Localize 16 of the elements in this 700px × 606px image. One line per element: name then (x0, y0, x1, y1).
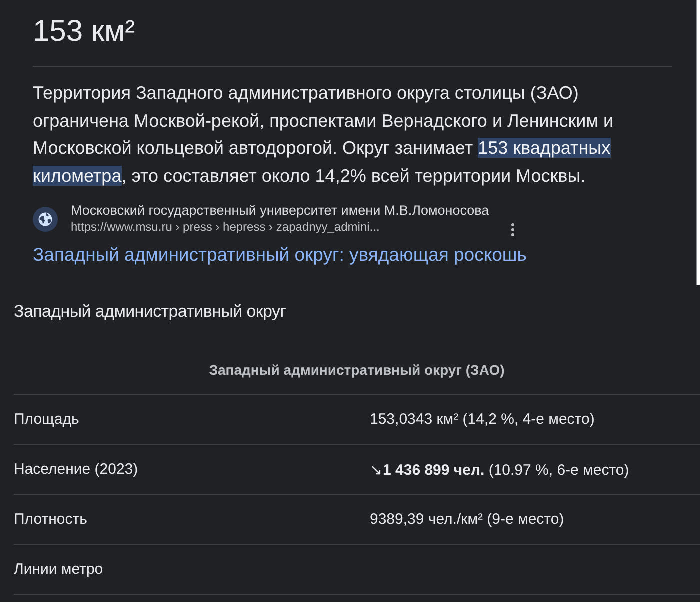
row-label: Линии метро (14, 544, 370, 594)
table-title: Западный административный округ (ЗАО) (14, 345, 700, 394)
row-label: Население (2023) (14, 444, 370, 494)
row-value: 9389,39 чел./км² (9-е место) (370, 494, 700, 544)
answer-paragraph: Территория Западного административного округа столицы (ЗАО) ограничена Москвой-рекой, проспектами Вернадского и Ленинским и Московской кольцевой автодорогой. Округ занимает 153 квадратных километра, это составляет около 14,2% всей территории Москвы. (33, 82, 615, 188)
more-options-icon[interactable] (510, 223, 516, 237)
source-name: Московский государственный университет имени М.В.Ломоносова (71, 202, 490, 219)
result-link[interactable]: Западный административный округ: увядающая роскошь (33, 243, 527, 267)
globe-icon (33, 206, 58, 232)
infobox-heading: Западный административный округ (14, 301, 288, 323)
row-value: ↘1 436 899 чел. (10.97 %, 6-е место) (370, 444, 700, 494)
row-label: Площадь (14, 394, 370, 444)
answer-title: 153 км² (33, 14, 136, 50)
row-value: 153,0343 км² (14,2 %, 4-е место) (370, 394, 700, 444)
row-label: Плотность (14, 494, 370, 544)
source-url: https://www.msu.ru › press › hepress › zapadnyy_admini... (71, 219, 381, 236)
